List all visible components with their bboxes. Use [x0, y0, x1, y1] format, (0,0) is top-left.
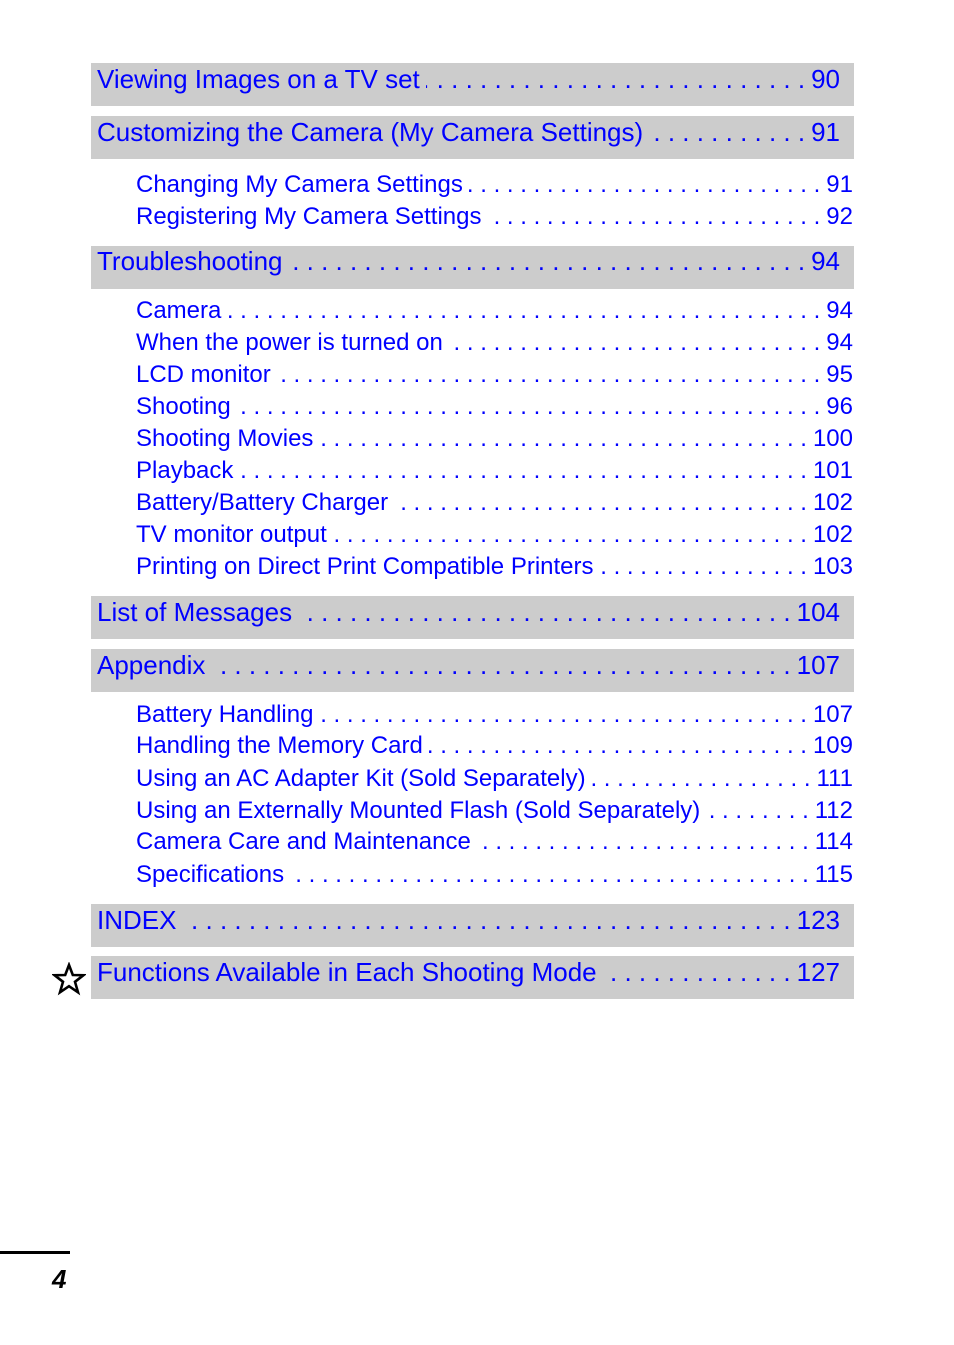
toc-page: 107: [796, 650, 840, 680]
star-icon: [52, 962, 86, 996]
toc-item-power-turned-on[interactable]: When the power is turned on 94: [136, 329, 853, 359]
toc-page: 100: [812, 425, 853, 452]
toc-page: 94: [826, 297, 853, 324]
toc-title: Printing on Direct Print Compatible Prin…: [136, 553, 594, 580]
toc-title: Customizing the Camera (My Camera Settin…: [97, 117, 644, 147]
toc-item-playback[interactable]: Playback 101: [136, 457, 853, 487]
toc-item-battery-handling[interactable]: Battery Handling 107: [136, 701, 853, 731]
toc-page: 123: [796, 905, 840, 935]
toc-item-tv-monitor-output[interactable]: TV monitor output 102: [136, 521, 853, 551]
toc-page: 103: [812, 553, 853, 580]
toc-title: Shooting: [136, 393, 231, 420]
toc-title: Using an AC Adapter Kit (Sold Separately…: [136, 765, 586, 792]
toc-title: Changing My Camera Settings: [136, 171, 463, 198]
toc-section-customizing-camera[interactable]: Customizing the Camera (My Camera Settin…: [97, 117, 840, 151]
toc-title: Handling the Memory Card: [136, 732, 423, 759]
toc-title: Registering My Camera Settings: [136, 203, 482, 230]
leader-dots: [706, 797, 808, 825]
toc-page: 104: [796, 597, 840, 627]
toc-page: 91: [811, 117, 840, 147]
toc-title: Camera: [136, 297, 222, 324]
toc-page: 94: [826, 329, 853, 356]
toc-title: Playback: [136, 457, 234, 484]
toc-item-care-maintenance[interactable]: Camera Care and Maintenance 114: [136, 828, 853, 858]
toc-page: 94: [811, 246, 840, 276]
toc-title: Functions Available in Each Shooting Mod…: [97, 957, 597, 987]
toc-title: Battery Handling: [136, 701, 314, 728]
leader-dots: [239, 457, 807, 485]
leader-dots: [487, 203, 820, 231]
leader-dots: [600, 553, 807, 581]
leader-dots: [211, 650, 790, 681]
toc-section-functions-shooting-mode[interactable]: Functions Available in Each Shooting Mod…: [97, 957, 840, 991]
leader-dots: [298, 597, 791, 628]
toc-item-printing-direct-print[interactable]: Printing on Direct Print Compatible Prin…: [136, 553, 853, 583]
toc-item-memory-card[interactable]: Handling the Memory Card 109: [136, 732, 853, 762]
leader-dots: [592, 765, 811, 793]
toc-title: When the power is turned on: [136, 329, 443, 356]
toc-page: 115: [814, 861, 853, 888]
toc-section-appendix[interactable]: Appendix 107: [97, 650, 840, 684]
toc-page: 127: [796, 957, 840, 987]
toc-item-camera[interactable]: Camera 94: [136, 297, 853, 327]
leader-dots: [319, 425, 807, 453]
toc-page: 109: [812, 732, 853, 759]
page-number: 4: [52, 1264, 67, 1294]
toc-item-registering-my-camera-settings[interactable]: Registering My Camera Settings 92: [136, 203, 853, 233]
toc-page: 111: [816, 765, 853, 792]
toc-page: 96: [826, 393, 853, 420]
leader-dots: [426, 64, 805, 95]
toc-page: 114: [814, 828, 853, 855]
leader-dots: [477, 828, 809, 856]
toc-page: 101: [812, 457, 853, 484]
toc-item-lcd-monitor[interactable]: LCD monitor 95: [136, 361, 853, 391]
toc-page: 112: [814, 797, 853, 824]
toc-page: 91: [826, 171, 853, 198]
toc-section-index[interactable]: INDEX 123: [97, 905, 840, 939]
leader-dots: [237, 393, 821, 421]
toc-item-battery-charger[interactable]: Battery/Battery Charger 102: [136, 489, 853, 519]
toc-page: 92: [826, 203, 853, 230]
toc-title: INDEX: [97, 905, 177, 935]
leader-dots: [319, 701, 807, 729]
leader-dots: [394, 489, 807, 517]
toc-page: 90: [811, 64, 840, 94]
toc-page: 102: [812, 489, 853, 516]
toc-page: 102: [812, 521, 853, 548]
leader-dots: [333, 521, 807, 549]
toc-item-external-flash[interactable]: Using an Externally Mounted Flash (Sold …: [136, 797, 853, 827]
toc-title: Specifications: [136, 861, 285, 888]
toc-item-shooting-movies[interactable]: Shooting Movies 100: [136, 425, 853, 455]
footer-rule: [0, 1251, 70, 1254]
toc-title: Camera Care and Maintenance: [136, 828, 471, 855]
leader-dots: [290, 861, 809, 889]
toc-title: Troubleshooting: [97, 246, 283, 276]
leader-dots: [289, 246, 806, 277]
leader-dots: [449, 329, 820, 357]
toc-title: Battery/Battery Charger: [136, 489, 389, 516]
leader-dots: [649, 117, 805, 148]
leader-dots: [603, 957, 791, 988]
toc-section-viewing-images-tv[interactable]: Viewing Images on a TV set 90: [97, 64, 840, 98]
toc-title: Shooting Movies: [136, 425, 314, 452]
toc-title: List of Messages: [97, 597, 293, 627]
toc-page: 107: [812, 701, 853, 728]
toc-section-troubleshooting[interactable]: Troubleshooting 94: [97, 246, 840, 280]
toc-section-list-of-messages[interactable]: List of Messages 104: [97, 597, 840, 631]
toc-page: 95: [826, 361, 853, 388]
toc-title: Appendix: [97, 650, 206, 680]
leader-dots: [469, 171, 820, 199]
leader-dots: [182, 905, 790, 936]
leader-dots: [227, 297, 820, 325]
toc-title: LCD monitor: [136, 361, 271, 388]
leader-dots: [429, 732, 807, 760]
toc-title: Using an Externally Mounted Flash (Sold …: [136, 797, 701, 824]
toc-title: TV monitor output: [136, 521, 327, 548]
leader-dots: [277, 361, 821, 389]
toc-title: Viewing Images on a TV set: [97, 64, 420, 94]
toc-item-ac-adapter-kit[interactable]: Using an AC Adapter Kit (Sold Separately…: [136, 765, 853, 795]
toc-item-specifications[interactable]: Specifications 115: [136, 861, 853, 891]
toc-item-shooting[interactable]: Shooting 96: [136, 393, 853, 423]
toc-item-changing-my-camera-settings[interactable]: Changing My Camera Settings 91: [136, 171, 853, 201]
